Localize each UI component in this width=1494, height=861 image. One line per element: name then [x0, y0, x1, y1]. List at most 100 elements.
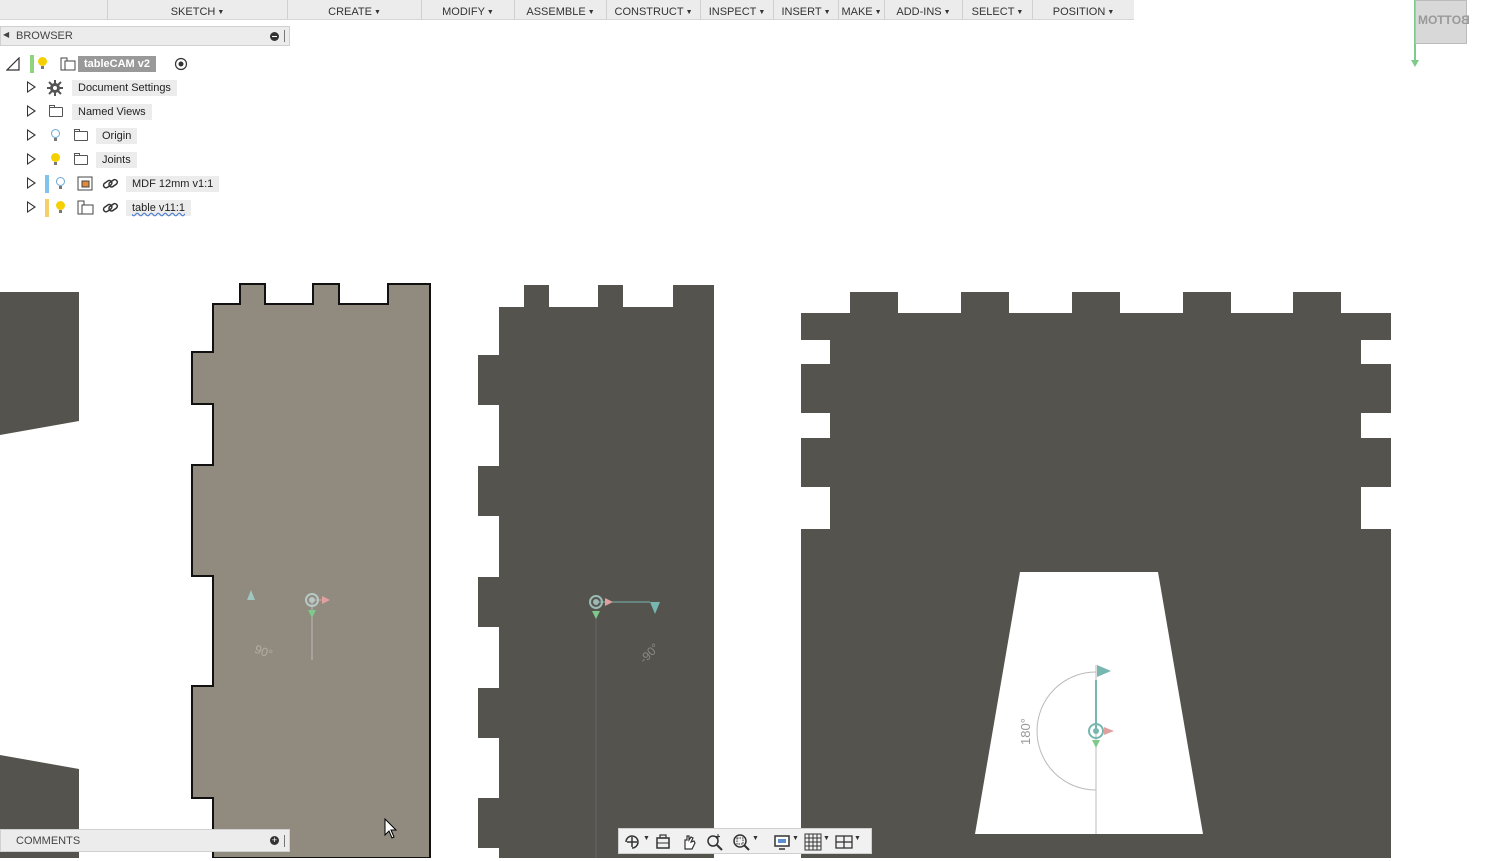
expand-arrow-icon[interactable]	[27, 81, 36, 93]
selected-panel[interactable]	[191, 283, 431, 859]
minimize-icon[interactable]	[270, 32, 279, 41]
chevron-down-icon: ▼	[685, 9, 693, 16]
collapse-triangle-icon[interactable]	[6, 57, 20, 71]
chevron-down-icon[interactable]: ▼	[752, 835, 759, 842]
menu-make[interactable]: MAKE ▼	[839, 0, 885, 19]
pan-icon[interactable]	[680, 833, 698, 851]
chevron-down-icon[interactable]: ▼	[823, 835, 830, 842]
browser-header[interactable]: ◀ BROWSER	[0, 26, 290, 46]
browser-item-label: Origin	[96, 128, 138, 144]
browser-item-table[interactable]: table v11:1	[0, 198, 220, 218]
browser-item-label: Joints	[96, 152, 137, 168]
comments-panel[interactable]: COMMENTS +	[0, 829, 290, 852]
menu-create[interactable]: CREATE ▼	[288, 0, 422, 19]
slot	[801, 340, 830, 364]
activate-radio-icon[interactable]	[174, 57, 188, 71]
menu-construct[interactable]: CONSTRUCT ▼	[607, 0, 701, 19]
component-icon	[77, 176, 93, 191]
browser-item-mdf[interactable]: MDF 12mm v1:1	[0, 174, 220, 194]
browser-item-label: table v11:1	[126, 200, 192, 216]
resize-grip-icon[interactable]	[284, 30, 287, 42]
folder-icon	[74, 153, 88, 165]
color-strip	[45, 199, 49, 217]
browser-item-label: MDF 12mm v1:1	[126, 176, 220, 192]
color-strip	[45, 175, 49, 193]
main-toolbar: SKETCH ▼ CREATE ▼ MODIFY ▼ ASSEMBLE ▼ CONSTR…	[0, 0, 1134, 20]
browser-item-named-views[interactable]: Named Views	[0, 102, 200, 122]
slot	[1361, 340, 1391, 364]
browser-item-label: Named Views	[72, 104, 152, 120]
component-icon	[60, 57, 76, 71]
comments-title: COMMENTS	[16, 835, 81, 847]
zoom-icon[interactable]	[706, 833, 724, 851]
angle-label: 180°	[1018, 718, 1033, 745]
link-icon	[102, 202, 119, 213]
bulb-on-icon[interactable]	[51, 153, 60, 166]
orbit-icon[interactable]	[623, 833, 641, 851]
chevron-down-icon: ▼	[758, 9, 766, 16]
menu-modify[interactable]: MODIFY ▼	[422, 0, 515, 19]
expand-arrow-icon[interactable]	[27, 105, 36, 117]
viewports-icon[interactable]	[835, 833, 853, 851]
toolbar-spacer	[0, 0, 108, 19]
menu-insert[interactable]: INSERT ▼	[774, 0, 839, 19]
navigation-bar: ▼ ▼ ▼ ▼ ▼	[618, 828, 872, 854]
mouse-cursor-icon	[384, 818, 398, 839]
chevron-down-icon: ▼	[587, 9, 595, 16]
resize-grip-icon[interactable]	[284, 835, 287, 847]
expand-arrow-icon[interactable]	[27, 177, 36, 189]
viewcube-axis-arrow	[1411, 60, 1419, 67]
display-settings-icon[interactable]	[774, 833, 792, 851]
chevron-down-icon: ▼	[486, 9, 494, 16]
viewcube-face-label: BOTTOM	[1418, 13, 1470, 27]
canvas-svg: 90° -90° 180°	[0, 0, 1419, 859]
browser-item-origin[interactable]: Origin	[0, 126, 200, 146]
chevron-down-icon[interactable]: ▼	[792, 835, 799, 842]
browser-item-joints[interactable]: Joints	[0, 150, 200, 170]
browser-item-label: Document Settings	[72, 80, 177, 96]
chevron-down-icon: ▼	[943, 9, 951, 16]
left-partial-panel[interactable]	[0, 292, 79, 435]
bulb-off-icon[interactable]	[56, 177, 65, 190]
slot	[801, 487, 830, 529]
slot	[801, 413, 830, 438]
grid-icon[interactable]	[804, 833, 822, 851]
gear-icon	[47, 80, 63, 96]
menu-inspect[interactable]: INSPECT ▼	[701, 0, 774, 19]
chevron-down-icon: ▼	[373, 9, 381, 16]
chevron-down-icon: ▼	[874, 9, 882, 16]
fit-icon[interactable]	[732, 833, 750, 851]
expand-arrow-icon[interactable]	[27, 153, 36, 165]
slot	[1361, 413, 1391, 438]
viewcube[interactable]: BOTTOM	[1415, 0, 1470, 44]
browser-root-row[interactable]: tableCAM v2	[0, 54, 200, 74]
chevron-down-icon[interactable]: ▼	[854, 835, 861, 842]
chevron-down-icon[interactable]: ▼	[643, 835, 650, 842]
slot	[1361, 487, 1391, 529]
menu-select[interactable]: SELECT ▼	[963, 0, 1033, 19]
expand-arrow-icon[interactable]	[27, 129, 36, 141]
menu-position[interactable]: POSITION ▼	[1033, 0, 1134, 19]
look-at-icon[interactable]	[654, 833, 672, 851]
browser-item-document-settings[interactable]: Document Settings	[0, 78, 200, 98]
bulb-on-icon[interactable]	[38, 57, 47, 70]
folder-icon	[49, 105, 63, 117]
expand-arrow-icon[interactable]	[27, 201, 36, 213]
canvas-viewport[interactable]: 90° -90° 180°	[0, 0, 1494, 859]
active-strip	[30, 55, 34, 73]
bulb-on-icon[interactable]	[56, 201, 65, 214]
bulb-off-icon[interactable]	[51, 129, 60, 142]
menu-sketch[interactable]: SKETCH ▼	[108, 0, 288, 19]
chevron-down-icon: ▼	[823, 9, 831, 16]
root-label[interactable]: tableCAM v2	[78, 56, 157, 72]
add-comment-icon[interactable]: +	[270, 836, 279, 845]
component-icon	[77, 200, 94, 215]
menu-assemble[interactable]: ASSEMBLE ▼	[515, 0, 607, 19]
chevron-down-icon: ▼	[1107, 9, 1115, 16]
chevron-down-icon: ▼	[217, 9, 225, 16]
menu-add-ins[interactable]: ADD-INS ▼	[885, 0, 963, 19]
link-icon	[102, 178, 119, 189]
chevron-down-icon: ▼	[1016, 9, 1024, 16]
folder-icon	[74, 129, 88, 141]
collapse-arrow-icon[interactable]: ◀	[3, 30, 9, 39]
